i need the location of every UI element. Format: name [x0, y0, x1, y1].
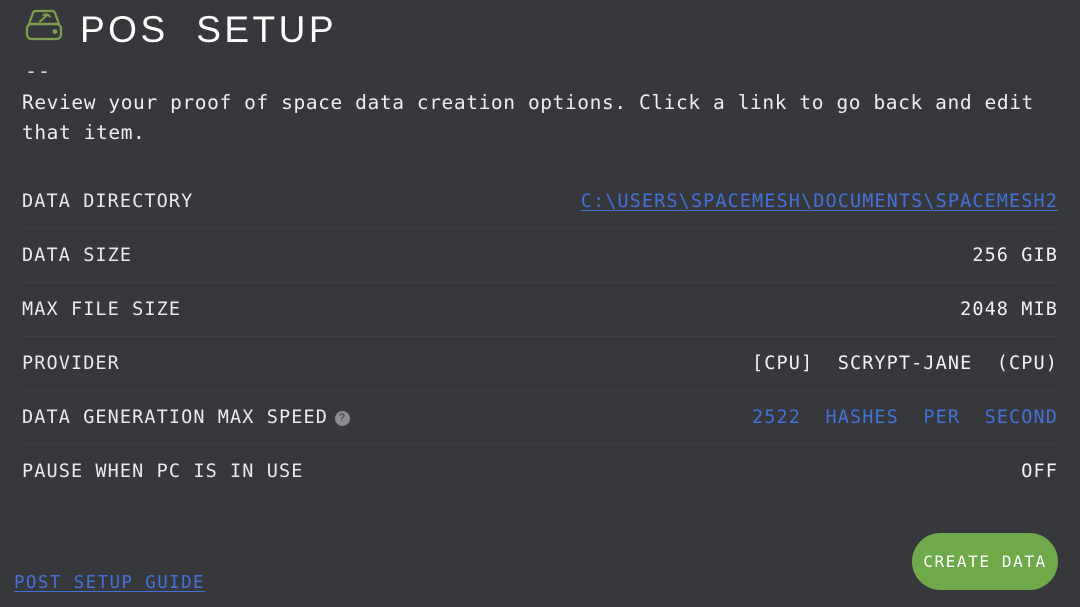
- page-header: POS SETUP: [22, 0, 1058, 54]
- data-size-value: 256 GIB: [972, 245, 1058, 266]
- pause-when-pc-in-use-value: OFF: [1021, 461, 1058, 482]
- row-label-text: DATA DIRECTORY: [22, 190, 194, 212]
- row-label: DATA GENERATION MAX SPEED ?: [22, 407, 350, 428]
- row-max-file-size: MAX FILE SIZE 2048 MIB: [22, 282, 1058, 336]
- row-data-directory: DATA DIRECTORY C:\USERS\SPACEMESH\DOCUME…: [22, 174, 1058, 228]
- row-label-text: DATA GENERATION MAX SPEED: [22, 407, 328, 428]
- create-data-button[interactable]: CREATE DATA: [912, 533, 1058, 590]
- data-directory-link[interactable]: C:\USERS\SPACEMESH\DOCUMENTS\SPACEMESH2: [581, 191, 1058, 212]
- summary-rows: DATA DIRECTORY C:\USERS\SPACEMESH\DOCUME…: [22, 174, 1058, 498]
- row-label-text: DATA SIZE: [22, 245, 133, 266]
- hard-drive-mining-icon: [25, 9, 63, 41]
- row-label-text: PROVIDER: [22, 353, 120, 374]
- max-file-size-value: 2048 MIB: [960, 299, 1058, 320]
- pos-setup-screen: POS SETUP -- Review your proof of space …: [0, 0, 1080, 607]
- row-label-text: MAX FILE SIZE: [22, 299, 182, 320]
- page-title: POS SETUP: [80, 8, 338, 50]
- row-label: DATA DIRECTORY: [22, 191, 193, 212]
- row-data-size: DATA SIZE 256 GIB: [22, 228, 1058, 282]
- row-label: PROVIDER: [22, 353, 120, 374]
- data-generation-max-speed-value: 2522 HASHES PER SECOND: [752, 407, 1058, 428]
- page-description: Review your proof of space data creation…: [22, 91, 1047, 144]
- info-icon[interactable]: ?: [334, 411, 350, 426]
- separator-dashes: --: [25, 59, 52, 83]
- row-provider: PROVIDER [CPU] SCRYPT-JANE (CPU): [22, 336, 1058, 390]
- row-label: MAX FILE SIZE: [22, 299, 181, 320]
- row-label: DATA SIZE: [22, 245, 132, 266]
- row-data-generation-max-speed: DATA GENERATION MAX SPEED ? 2522 HASHES …: [22, 390, 1058, 444]
- post-setup-guide-link[interactable]: POST SETUP GUIDE: [14, 573, 205, 593]
- provider-value: [CPU] SCRYPT-JANE (CPU): [752, 353, 1058, 374]
- row-label-text: PAUSE WHEN PC IS IN USE: [22, 461, 304, 482]
- row-pause-when-pc-in-use: PAUSE WHEN PC IS IN USE OFF: [22, 444, 1058, 498]
- row-label: PAUSE WHEN PC IS IN USE: [22, 461, 303, 482]
